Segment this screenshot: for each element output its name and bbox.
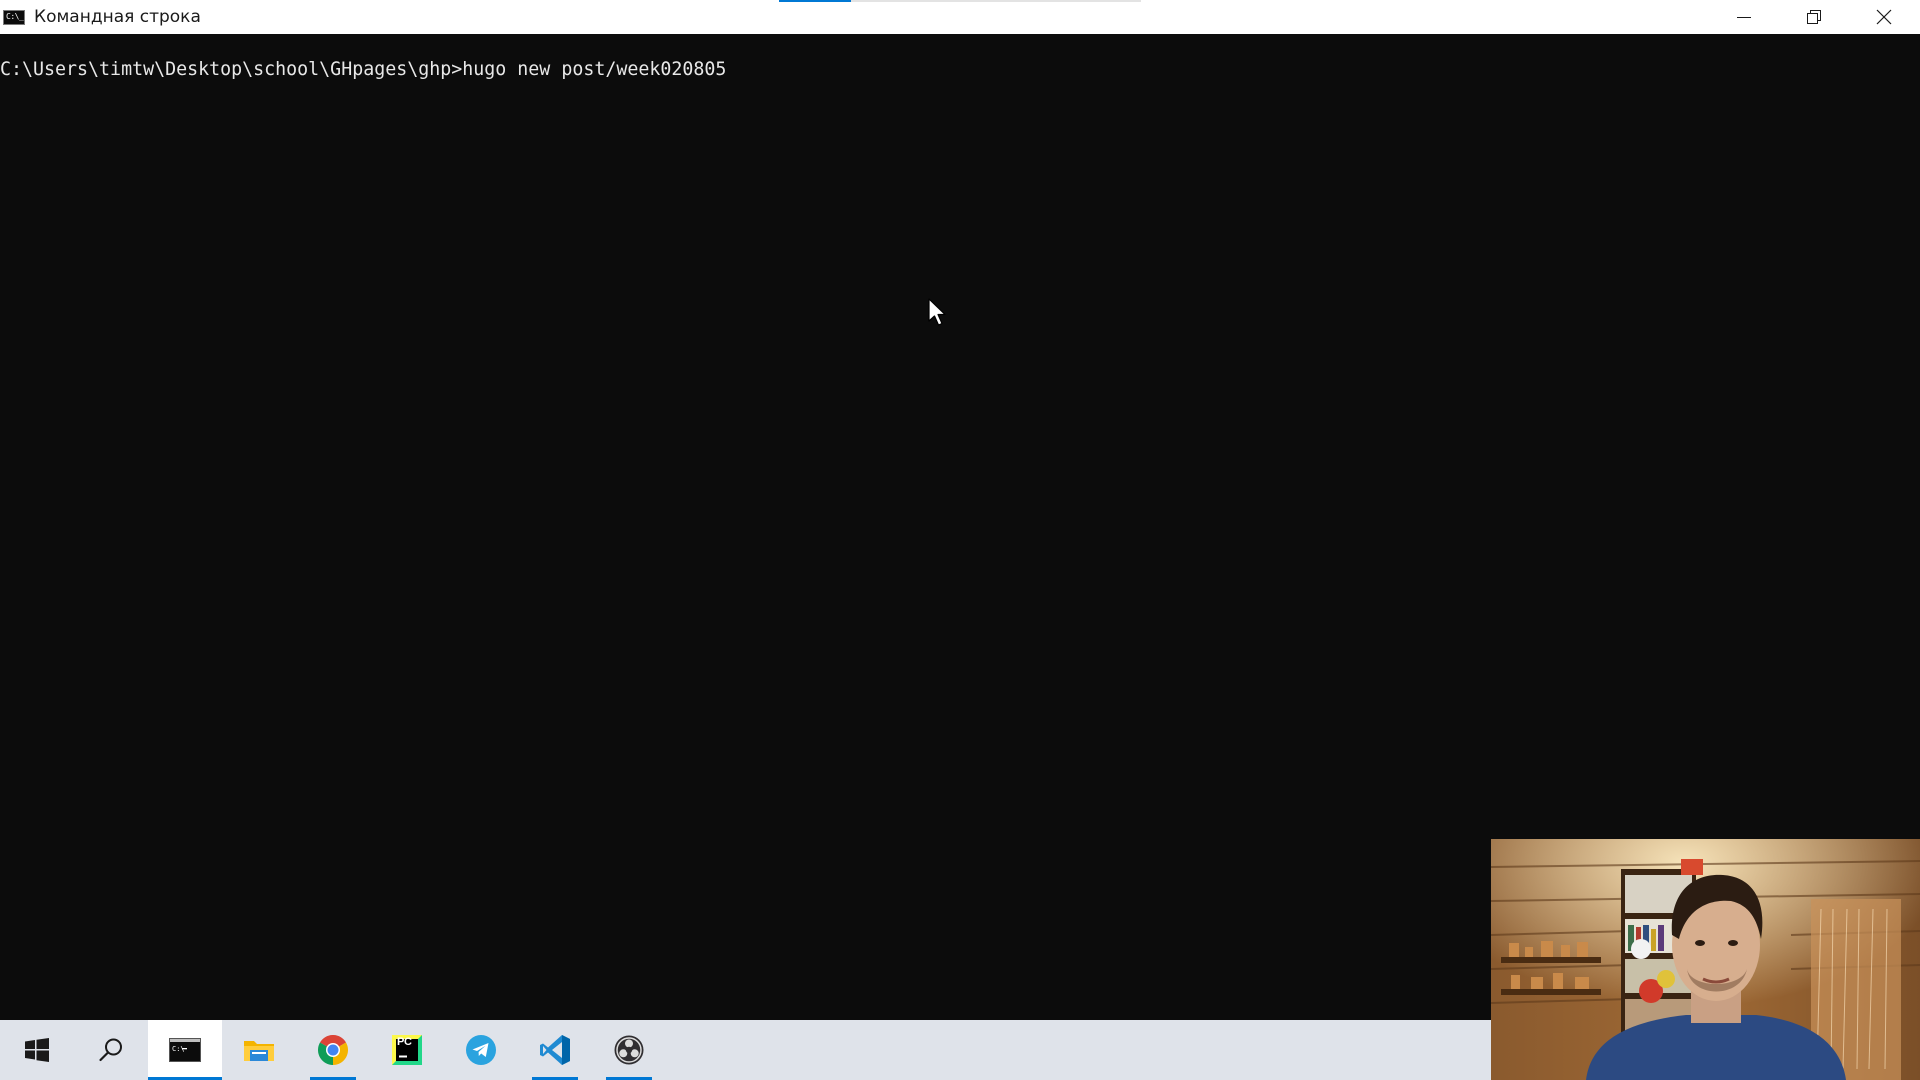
telegram-icon [466,1035,496,1065]
mouse-pointer-icon [928,298,946,326]
search-button[interactable] [74,1020,148,1080]
desktop-screen: C:\_ Командная строка C:\Users\timtw\Des… [0,0,1920,1080]
minimize-icon [1737,17,1751,18]
close-icon [1876,9,1892,25]
obs-icon [614,1035,644,1065]
taskbar-command-prompt[interactable]: C:\ [148,1020,222,1080]
window-title: Командная строка [34,7,201,27]
console-command-line: C:\Users\timtw\Desktop\school\GHpages\gh… [0,58,726,82]
title-divider-line [851,0,1141,2]
console-prompt: C:\Users\timtw\Desktop\school\GHpages\gh… [0,59,463,80]
folder-icon [244,1041,274,1061]
cmd-icon: C:\_ [3,9,25,25]
window-title-bar[interactable]: C:\_ Командная строка [0,0,1920,34]
taskbar-pycharm[interactable]: PC [370,1020,444,1080]
console-command: hugo new post/week020805 [462,59,727,80]
taskbar-vscode[interactable] [518,1020,592,1080]
taskbar-chrome[interactable] [296,1020,370,1080]
terminal-icon: C:\ [169,1038,201,1062]
search-icon [99,1038,122,1062]
taskbar-file-explorer[interactable] [222,1020,296,1080]
start-button[interactable] [0,1020,74,1080]
restore-icon [1807,10,1821,24]
close-button[interactable] [1849,0,1919,34]
taskbar-obs-studio[interactable] [592,1020,666,1080]
cmd-icon-glyph: C:\_ [6,11,24,21]
webcam-overlay [1491,839,1920,1080]
webcam-video-feed [1491,839,1920,1080]
chrome-icon [318,1035,348,1065]
restore-button[interactable] [1779,0,1849,34]
vscode-icon [540,1035,570,1065]
taskbar-telegram[interactable] [444,1020,518,1080]
title-accent-line [779,0,851,2]
windows-logo-icon [25,1038,49,1062]
minimize-button[interactable] [1709,0,1779,34]
pycharm-badge: PC [397,1036,412,1048]
